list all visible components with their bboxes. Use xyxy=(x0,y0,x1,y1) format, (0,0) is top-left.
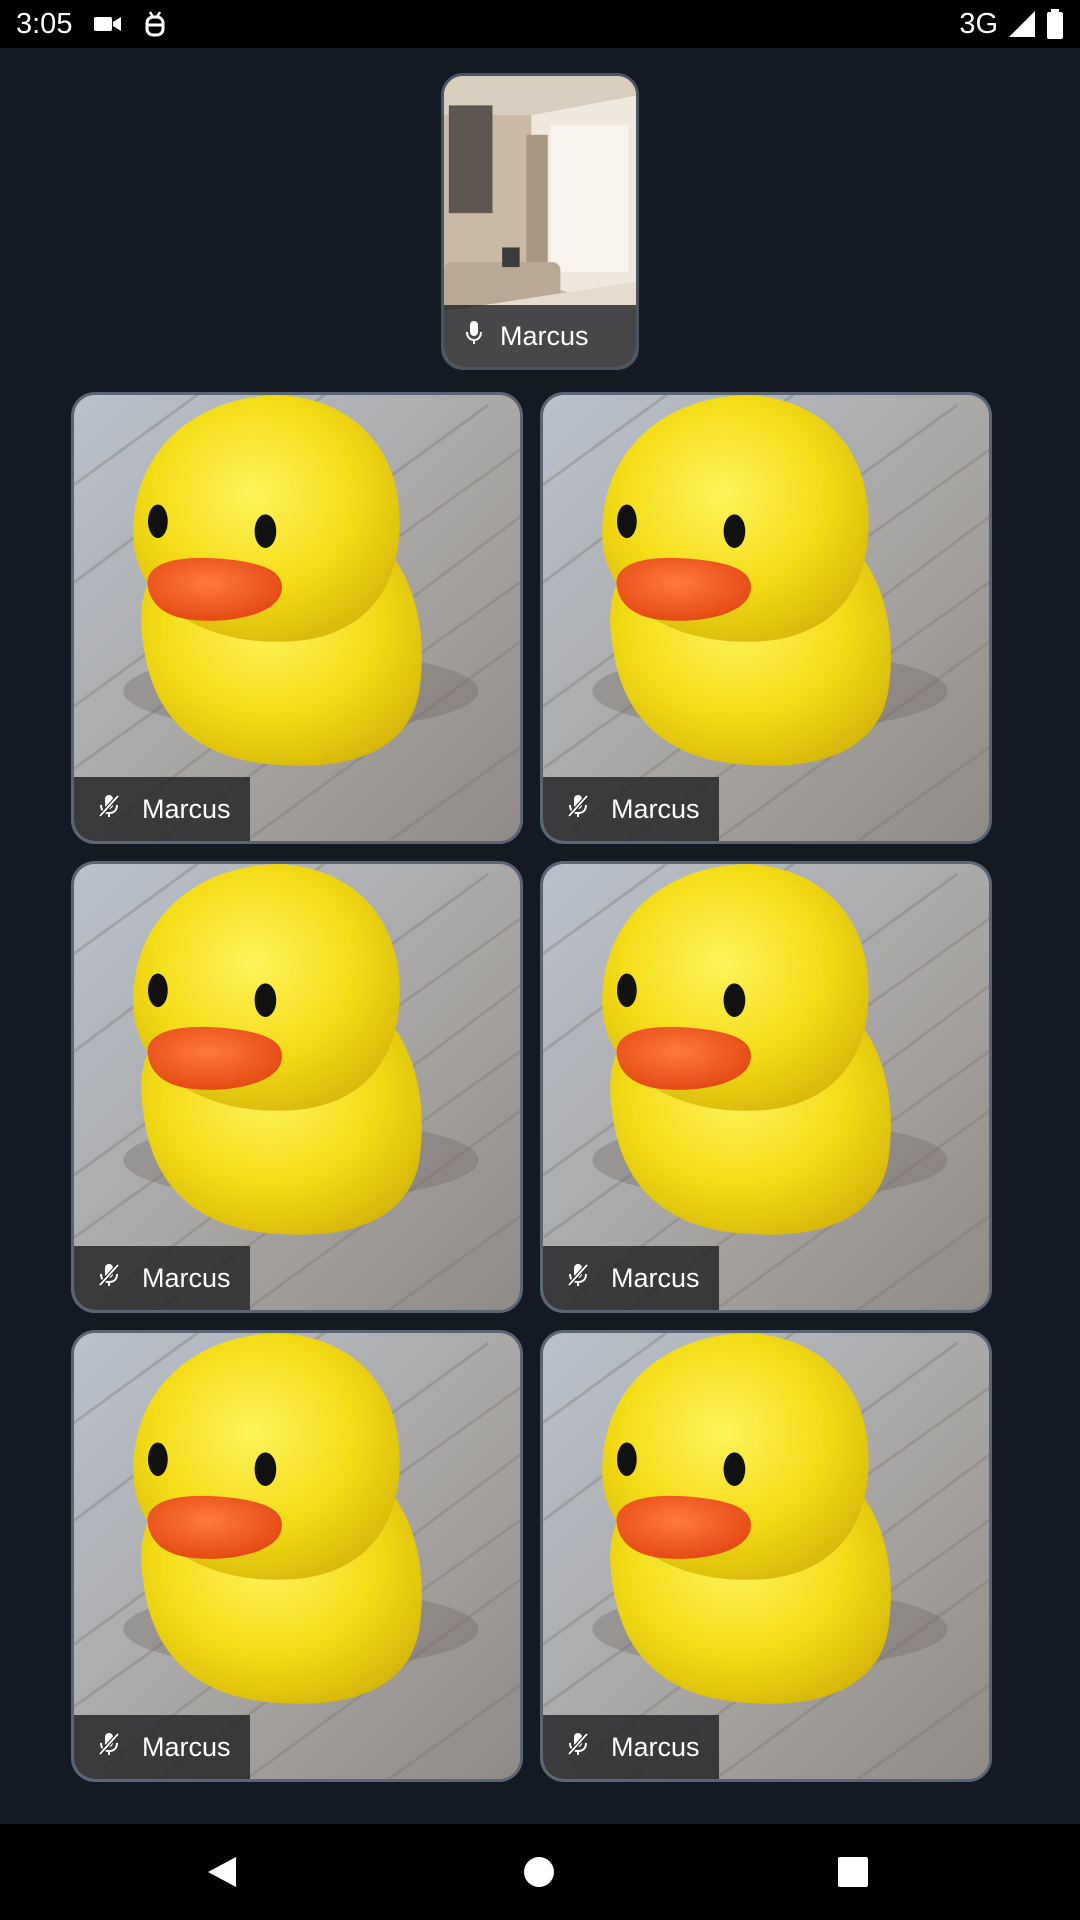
video-camera-icon xyxy=(94,14,122,34)
participant-video-feed xyxy=(74,395,520,841)
participant-name-label: Marcus xyxy=(543,777,719,841)
mic-off-icon[interactable] xyxy=(98,794,120,825)
cellular-signal-icon xyxy=(1008,10,1036,38)
battery-icon xyxy=(1046,9,1064,39)
network-type: 3G xyxy=(959,7,998,40)
navigation-bar xyxy=(0,1824,1080,1920)
recents-icon[interactable] xyxy=(825,1844,881,1900)
participant-tile[interactable]: Marcus xyxy=(71,392,523,844)
participant-video-feed xyxy=(74,864,520,1310)
mic-off-icon[interactable] xyxy=(567,794,589,825)
participant-tile[interactable]: Marcus xyxy=(540,392,992,844)
participant-name-label: Marcus xyxy=(74,777,250,841)
participant-tile[interactable]: Marcus xyxy=(540,861,992,1313)
participant-video-feed xyxy=(543,1333,989,1779)
status-bar: 3:05 3G xyxy=(0,0,1080,48)
participant-name: Marcus xyxy=(611,793,700,824)
self-name-label: Marcus xyxy=(444,305,636,367)
participant-name-label: Marcus xyxy=(74,1246,250,1310)
participant-name: Marcus xyxy=(142,1262,231,1293)
participant-tile[interactable]: Marcus xyxy=(71,861,523,1313)
participant-tile[interactable]: Marcus xyxy=(540,1330,992,1782)
participant-video-feed xyxy=(74,1333,520,1779)
debug-icon xyxy=(144,11,166,37)
back-icon[interactable] xyxy=(194,1844,250,1900)
participant-name: Marcus xyxy=(142,1731,231,1762)
participant-video-feed xyxy=(543,395,989,841)
participant-name-label: Marcus xyxy=(543,1246,719,1310)
video-call-screen: 3:05 3G Marcus Marcus Marcus Marcus Marc… xyxy=(0,0,1080,1920)
participant-name: Marcus xyxy=(611,1731,700,1762)
self-video-tile[interactable]: Marcus xyxy=(441,73,639,370)
mic-off-icon[interactable] xyxy=(567,1732,589,1763)
home-icon[interactable] xyxy=(511,1844,567,1900)
participant-video-feed xyxy=(543,864,989,1310)
mic-off-icon[interactable] xyxy=(567,1263,589,1294)
participant-name: Marcus xyxy=(500,320,589,351)
mic-off-icon[interactable] xyxy=(98,1732,120,1763)
participant-name: Marcus xyxy=(611,1262,700,1293)
participant-name-label: Marcus xyxy=(543,1715,719,1779)
status-time: 3:05 xyxy=(16,7,73,40)
participant-name-label: Marcus xyxy=(74,1715,250,1779)
mic-off-icon[interactable] xyxy=(98,1263,120,1294)
participant-tile[interactable]: Marcus xyxy=(71,1330,523,1782)
participant-name: Marcus xyxy=(142,793,231,824)
mic-icon[interactable] xyxy=(466,320,482,352)
